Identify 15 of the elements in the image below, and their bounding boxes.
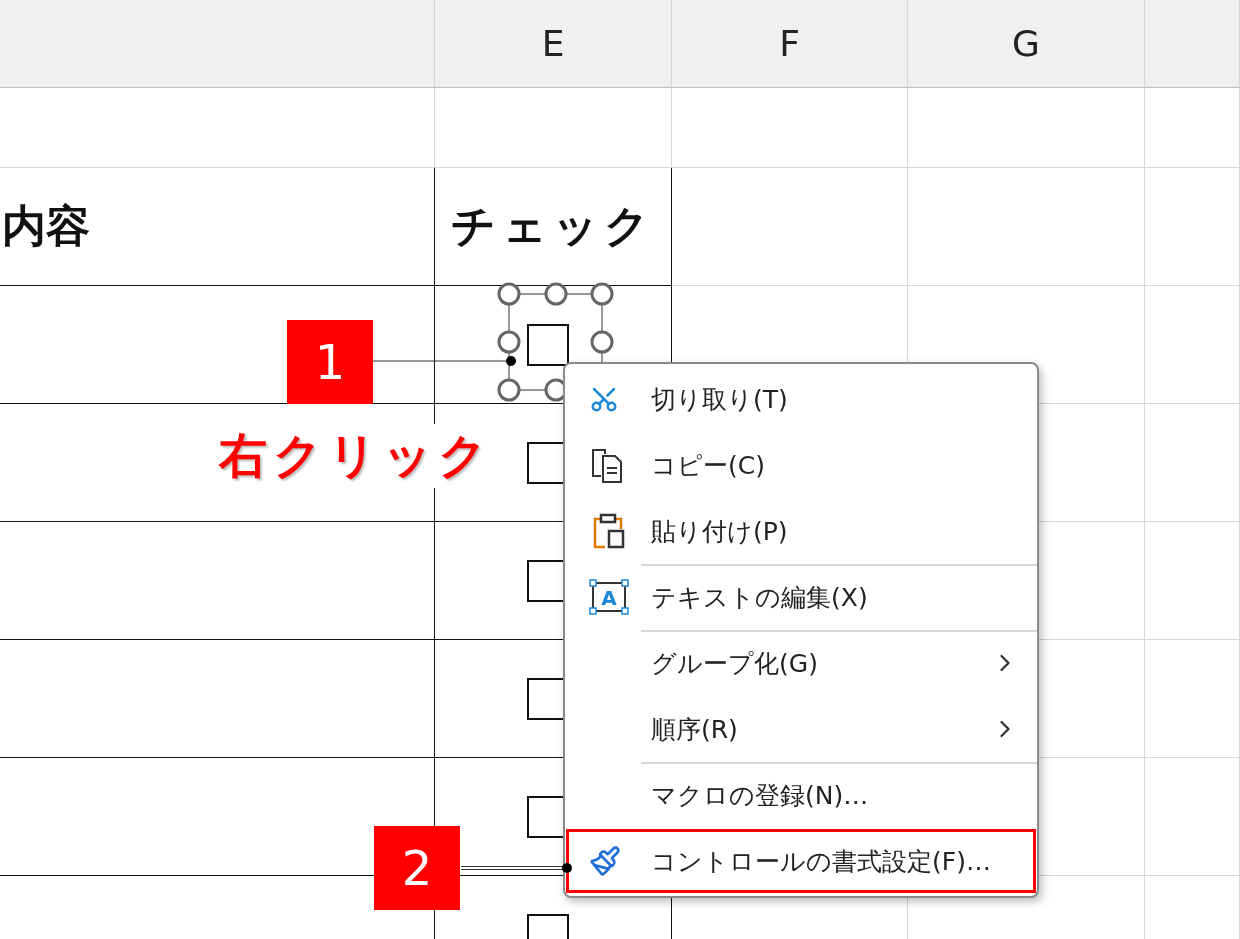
menu-item[interactable]: 順序(R) (565, 696, 1037, 762)
step-number: 1 (287, 320, 373, 404)
menu-item[interactable]: コントロールの書式設定(F)… (565, 828, 1037, 894)
table-header: 内容 (2, 199, 90, 253)
column-header[interactable]: E (435, 0, 672, 88)
menu-item[interactable]: 切り取り(T) (565, 366, 1037, 432)
step-number: 2 (374, 826, 460, 910)
checkbox[interactable] (527, 323, 569, 366)
table-header: チェック (451, 199, 655, 253)
column-header[interactable]: F (672, 0, 908, 88)
menu-item[interactable]: 貼り付け(P) (565, 498, 1037, 564)
menu-item[interactable]: コピー(C) (565, 432, 1037, 498)
column-header[interactable]: G (908, 0, 1145, 88)
text-box-icon: A (589, 579, 629, 615)
paintbrush-icon (589, 845, 621, 877)
